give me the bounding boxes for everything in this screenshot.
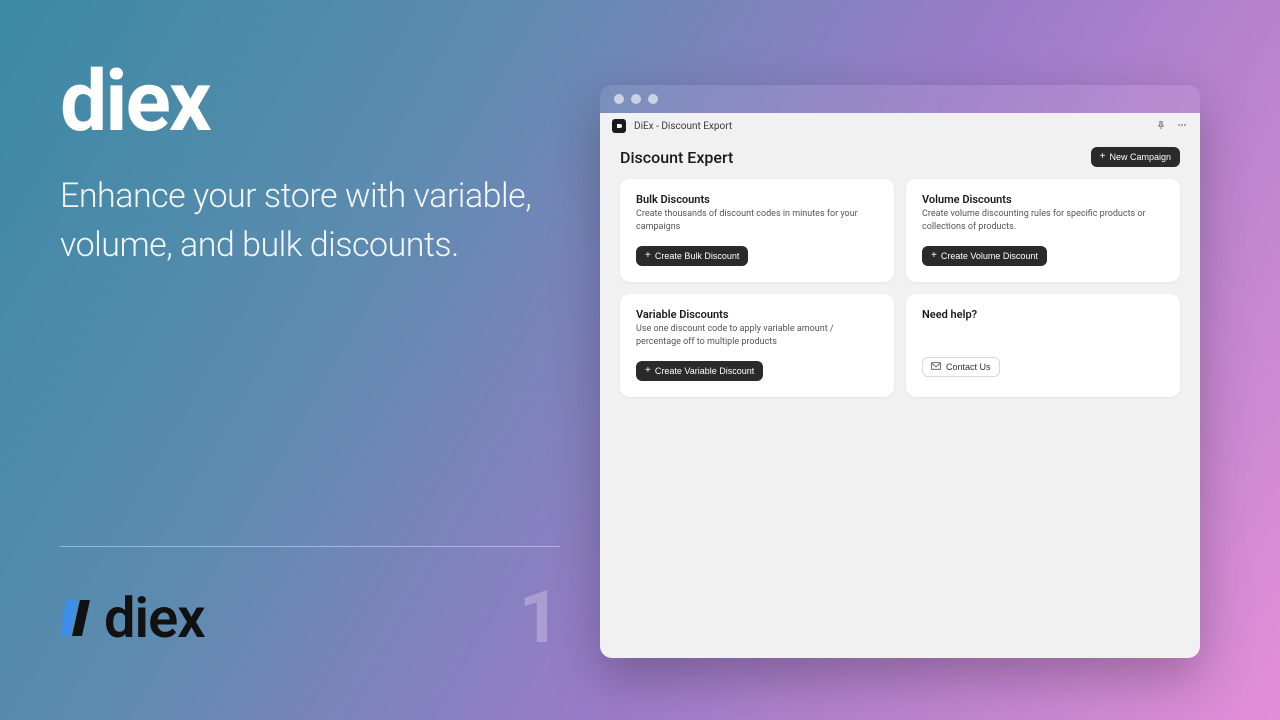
brand-subtitle: Enhance your store with variable, volume… <box>60 172 560 271</box>
plus-icon: + <box>645 366 651 376</box>
app-icon <box>612 119 626 133</box>
card-desc <box>922 323 1164 345</box>
plus-icon: + <box>931 251 937 261</box>
new-campaign-button[interactable]: + New Campaign <box>1091 147 1180 167</box>
mail-icon <box>931 362 941 372</box>
card-title: Variable Discounts <box>636 308 878 321</box>
card-title: Bulk Discounts <box>636 193 878 206</box>
create-volume-discount-button[interactable]: + Create Volume Discount <box>922 246 1047 266</box>
pin-icon[interactable] <box>1156 120 1166 133</box>
card-volume-discounts: Volume Discounts Create volume discounti… <box>906 179 1180 282</box>
create-variable-discount-button[interactable]: + Create Variable Discount <box>636 361 763 381</box>
brand-logo: diex <box>60 585 205 651</box>
logo-mark-icon <box>60 594 92 642</box>
window-titlebar <box>600 85 1200 113</box>
create-bulk-discount-button[interactable]: + Create Bulk Discount <box>636 246 748 266</box>
app-header: DiEx - Discount Export <box>600 113 1200 137</box>
app-window: DiEx - Discount Export Discount Expert +… <box>600 85 1200 658</box>
window-dot-close[interactable] <box>614 94 624 104</box>
footer: diex 1 <box>60 546 560 680</box>
card-title: Volume Discounts <box>922 193 1164 206</box>
window-dot-min[interactable] <box>631 94 641 104</box>
page-number: 1 <box>519 575 560 660</box>
card-variable-discounts: Variable Discounts Use one discount code… <box>620 294 894 397</box>
card-desc: Use one discount code to apply variable … <box>636 323 878 348</box>
card-desc: Create volume discounting rules for spec… <box>922 208 1164 233</box>
card-desc: Create thousands of discount codes in mi… <box>636 208 878 233</box>
plus-icon: + <box>1100 152 1106 162</box>
card-bulk-discounts: Bulk Discounts Create thousands of disco… <box>620 179 894 282</box>
app-header-title: DiEx - Discount Export <box>634 121 732 132</box>
logo-word: diex <box>104 585 205 651</box>
more-icon[interactable] <box>1176 120 1188 133</box>
page-title: Discount Expert <box>620 148 733 167</box>
card-need-help: Need help? Contact Us <box>906 294 1180 397</box>
contact-us-button[interactable]: Contact Us <box>922 357 1000 377</box>
brand-title: diex <box>60 60 560 144</box>
plus-icon: + <box>645 251 651 261</box>
card-title: Need help? <box>922 308 1164 321</box>
window-dot-max[interactable] <box>648 94 658 104</box>
